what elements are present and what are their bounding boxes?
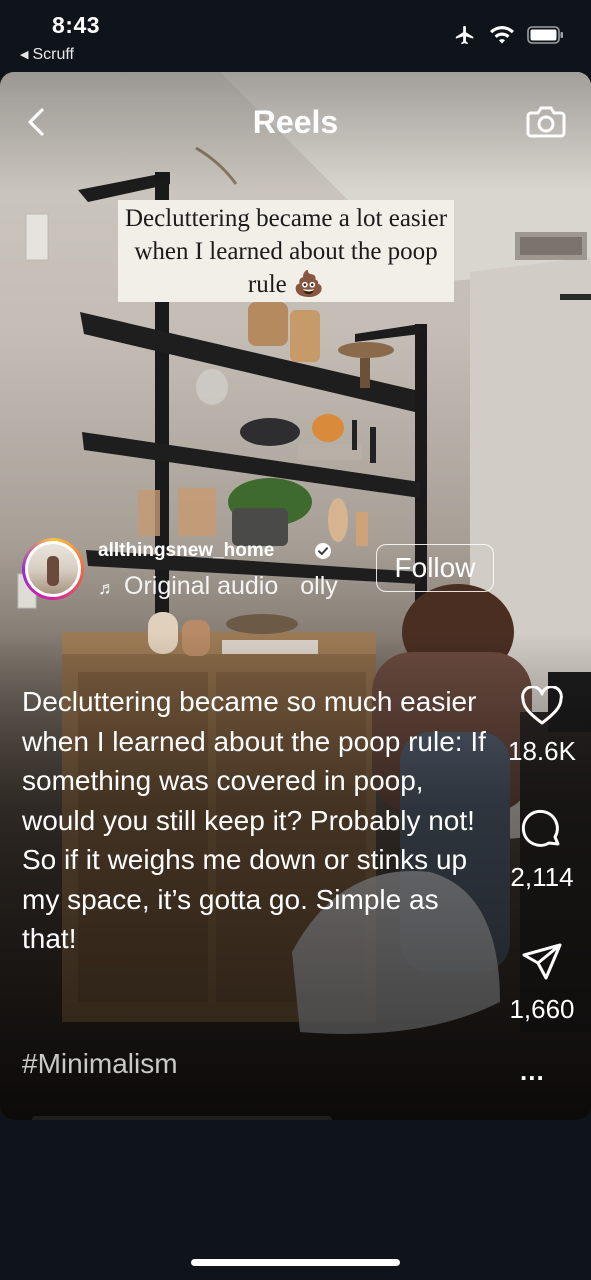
- back-triangle-icon: ◀: [20, 49, 29, 61]
- back-app-label: Scruff: [32, 46, 74, 63]
- hashtag-link[interactable]: #Minimalism: [22, 1048, 178, 1080]
- status-bar: 8:43 ◀ Scruff: [0, 0, 591, 70]
- reel-caption[interactable]: Decluttering became so much easier when …: [22, 682, 492, 959]
- share-count: 1,660: [509, 994, 575, 1024]
- progress-hint: [32, 1116, 332, 1120]
- comment-action[interactable]: 2,114: [502, 808, 582, 893]
- avatar-image: [28, 544, 78, 594]
- back-to-app-link[interactable]: ◀ Scruff: [20, 46, 74, 64]
- status-icons: [453, 24, 565, 46]
- home-indicator[interactable]: [191, 1259, 400, 1266]
- battery-icon: [527, 26, 563, 44]
- like-count: 18.6K: [508, 736, 576, 766]
- follow-button[interactable]: Follow: [376, 544, 494, 592]
- heart-icon: [521, 686, 563, 725]
- page-title: Reels: [252, 104, 339, 140]
- wifi-icon: [490, 26, 514, 44]
- avatar[interactable]: [22, 538, 84, 600]
- verified-badge-icon: [315, 543, 331, 559]
- audio-link[interactable]: ♬ Original audio olly: [98, 572, 338, 601]
- audio-title: Original audio: [124, 572, 279, 600]
- status-time: 8:43: [52, 12, 101, 38]
- comment-icon: [521, 809, 560, 847]
- send-icon: [522, 943, 562, 980]
- music-note-icon: ♬: [98, 578, 116, 598]
- video-text-overlay: Decluttering became a lot easier when I …: [118, 200, 454, 302]
- reel-video[interactable]: Reels Decluttering became a lot easier w…: [0, 72, 591, 1120]
- camera-icon[interactable]: [525, 100, 567, 142]
- more-options-button[interactable]: ...: [520, 1056, 545, 1087]
- audio-artist: olly: [300, 572, 338, 600]
- airplane-icon: [455, 25, 474, 45]
- share-action[interactable]: 1,660: [502, 940, 582, 1025]
- author-username[interactable]: allthingsnew_home: [98, 540, 274, 562]
- like-action[interactable]: 18.6K: [502, 686, 582, 767]
- comment-count: 2,114: [510, 862, 574, 892]
